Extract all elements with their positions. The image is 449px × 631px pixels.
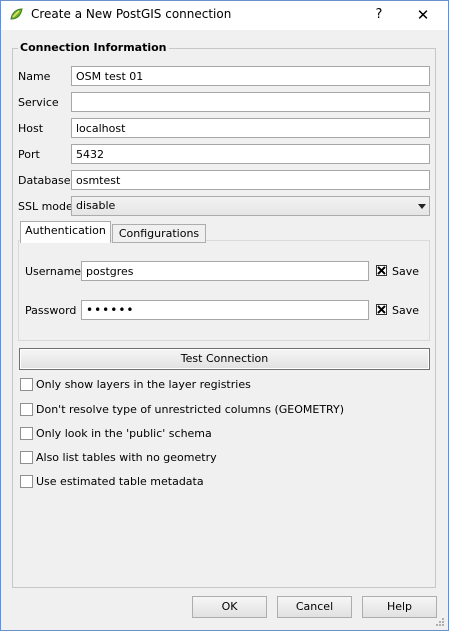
ok-button[interactable]: OK [192,596,267,618]
name-label: Name [18,70,51,83]
close-icon[interactable]: ✕ [412,5,434,25]
port-label: Port [18,148,40,161]
host-input[interactable] [71,118,430,138]
service-input[interactable] [71,92,430,112]
tab-authentication[interactable]: Authentication [20,221,111,243]
cancel-button[interactable]: Cancel [277,596,352,618]
authentication-tab-pane [18,240,430,341]
save-password-checkbox[interactable] [376,304,387,315]
public-schema-label: Only look in the 'public' schema [36,427,212,440]
resize-grip-icon[interactable] [435,617,445,627]
public-schema-checkbox[interactable] [20,427,33,440]
username-input[interactable] [81,261,369,281]
test-connection-label: Test Connection [180,352,269,365]
no-geometry-label: Also list tables with no geometry [36,451,217,464]
only-registries-label: Only show layers in the layer registries [36,378,251,391]
ssl-mode-value: disable [76,199,116,212]
tab-configurations[interactable]: Configurations [112,224,206,243]
test-connection-button[interactable]: Test Connection [19,348,430,370]
database-input[interactable] [71,170,430,190]
estimated-metadata-label: Use estimated table metadata [36,475,204,488]
host-label: Host [18,122,44,135]
help-button[interactable]: Help [362,596,437,618]
group-title: Connection Information [18,41,169,54]
estimated-metadata-checkbox[interactable] [20,475,33,488]
password-label: Password [25,304,77,317]
help-icon[interactable]: ? [368,5,390,25]
window-title: Create a New PostGIS connection [31,7,232,21]
port-input[interactable] [71,144,430,164]
dont-resolve-geometry-checkbox[interactable] [20,403,33,416]
save-username-label: Save [392,265,420,278]
service-label: Service [18,96,59,109]
password-input[interactable]: •••••• [81,300,369,320]
dont-resolve-geometry-label: Don't resolve type of unrestricted colum… [36,403,344,416]
name-input[interactable] [71,66,430,86]
ssl-mode-label: SSL mode [18,200,73,213]
qgis-logo-icon [9,7,24,22]
ssl-mode-select[interactable]: disable [71,196,430,216]
chevron-down-icon [418,204,426,209]
only-registries-checkbox[interactable] [20,378,33,391]
username-label: Username [25,265,82,278]
save-username-checkbox[interactable] [376,265,387,276]
save-password-label: Save [392,304,420,317]
no-geometry-checkbox[interactable] [20,451,33,464]
database-label: Database [18,174,71,187]
